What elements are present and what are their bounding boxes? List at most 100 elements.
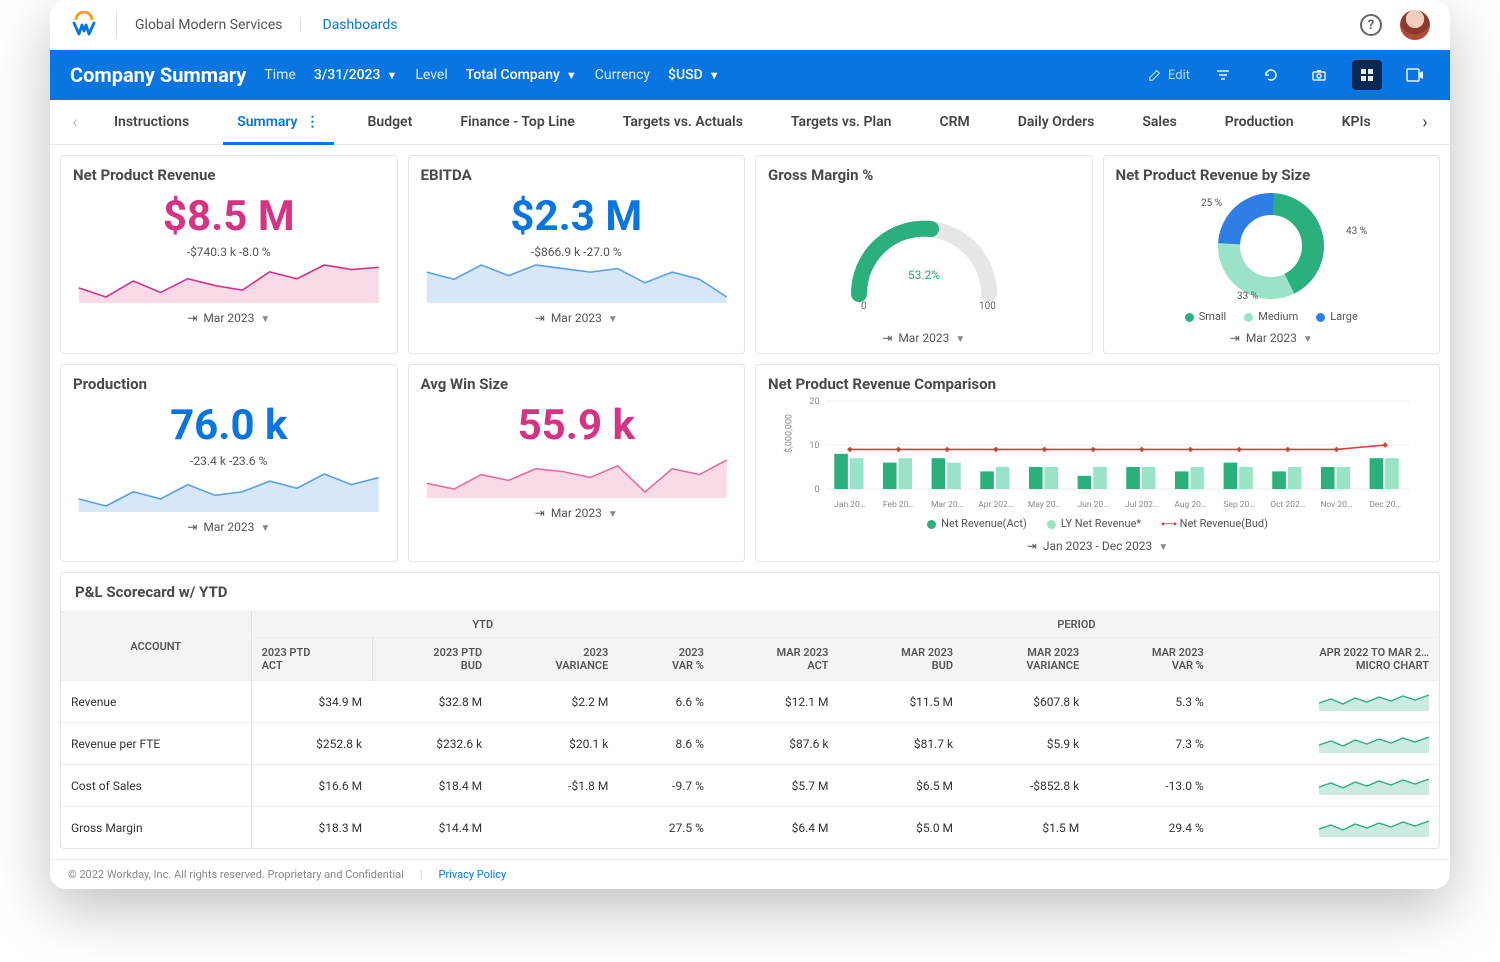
tab-production[interactable]: Production: [1201, 100, 1318, 144]
card-production: Production 76.0 k -23.4 k -23.6 % ⇥Mar 2…: [60, 364, 398, 562]
svg-text:Jul 202…: Jul 202…: [1125, 500, 1159, 510]
currency-selector[interactable]: $USD▼: [668, 67, 720, 83]
col-p_var[interactable]: MAR 2023VARIANCE: [963, 638, 1089, 681]
chart-legend: Net Revenue(Act) LY Net Revenue* ⬩─⬩ Net…: [768, 517, 1427, 531]
sparkline: [73, 259, 385, 303]
card-period-selector[interactable]: ⇥Mar 2023▼: [73, 311, 385, 325]
svg-text:Sep 20…: Sep 20…: [1223, 500, 1255, 510]
footer-privacy-link[interactable]: Privacy Policy: [439, 868, 507, 881]
tab-kpis[interactable]: KPIs: [1318, 100, 1395, 144]
col-ytd_act[interactable]: 2023 PTDACT: [251, 638, 372, 681]
card-title: Net Product Revenue by Size: [1116, 166, 1428, 184]
kpi-delta: -$740.3 k -8.0 %: [73, 245, 385, 259]
refresh-icon[interactable]: [1256, 60, 1286, 90]
currency-label: Currency: [595, 67, 650, 83]
card-period-selector[interactable]: ⇥Jan 2023 - Dec 2023▼: [768, 539, 1427, 553]
card-avg-win-size: Avg Win Size 55.9 k ⇥Mar 2023▼: [408, 364, 746, 562]
table-row[interactable]: Gross Margin$18.3 M$14.4 M27.5 %$6.4 M$5…: [61, 807, 1439, 849]
level-label: Level: [415, 67, 447, 83]
svg-text:Aug 20…: Aug 20…: [1174, 500, 1207, 510]
breadcrumb: Global Modern Services Dashboards: [135, 17, 397, 33]
tab-sales[interactable]: Sales: [1118, 100, 1200, 144]
tab-targets-vs-actuals[interactable]: Targets vs. Actuals: [599, 100, 767, 144]
tab-summary[interactable]: Summary⋮: [213, 100, 343, 144]
svg-text:20: 20: [809, 397, 819, 407]
snapshot-icon[interactable]: [1304, 60, 1334, 90]
svg-text:33 %: 33 %: [1237, 291, 1258, 302]
kpi-value: 76.0 k: [73, 401, 385, 450]
panel-title: P&L Scorecard w/ YTD: [61, 573, 1439, 611]
pl-scorecard-table: ACCOUNT YTD PERIOD 2023 PTDACT2023 PTDBU…: [61, 611, 1439, 848]
footer-copyright: © 2022 Workday, Inc. All rights reserved…: [68, 868, 404, 881]
card-ebitda: EBITDA $2.3 M -$866.9 k -27.0 % ⇥Mar 202…: [408, 155, 746, 354]
svg-text:Jun 20…: Jun 20…: [1077, 500, 1109, 510]
col-micro[interactable]: APR 2022 TO MAR 2…MICRO CHART: [1214, 638, 1439, 681]
donut-legend: Small Medium Large: [1116, 310, 1428, 323]
filter-icon[interactable]: [1208, 60, 1238, 90]
edit-button[interactable]: Edit: [1148, 68, 1190, 83]
tab-scroll-left[interactable]: ‹: [60, 112, 90, 133]
card-period-selector[interactable]: ⇥Mar 2023▼: [421, 311, 733, 325]
page-title: Company Summary: [70, 63, 246, 87]
svg-text:0: 0: [814, 485, 819, 495]
sparkline: [73, 468, 385, 512]
card-period-selector[interactable]: ⇥Mar 2023▼: [768, 331, 1080, 345]
kpi-value: 55.9 k: [421, 401, 733, 450]
grid-view-icon[interactable]: [1352, 60, 1382, 90]
table-row[interactable]: Revenue$34.9 M$32.8 M$2.2 M6.6 %$12.1 M$…: [61, 681, 1439, 723]
svg-text:Nov 20…: Nov 20…: [1320, 500, 1353, 510]
level-selector[interactable]: Total Company▼: [466, 67, 577, 83]
card-net-product-revenue: Net Product Revenue $8.5 M -$740.3 k -8.…: [60, 155, 398, 354]
col-account[interactable]: ACCOUNT: [61, 612, 251, 681]
svg-text:43 %: 43 %: [1346, 226, 1367, 237]
svg-text:Apr 202…: Apr 202…: [978, 500, 1014, 510]
col-p_act[interactable]: MAR 2023ACT: [714, 638, 839, 681]
card-title: Gross Margin %: [768, 166, 1080, 184]
svg-text:$,000,000: $,000,000: [784, 414, 795, 453]
user-avatar[interactable]: [1400, 10, 1430, 40]
tab-daily-orders[interactable]: Daily Orders: [994, 100, 1119, 144]
svg-text:Dec 20…: Dec 20…: [1369, 500, 1401, 510]
svg-text:53.2%: 53.2%: [908, 268, 940, 282]
present-icon[interactable]: [1400, 60, 1430, 90]
divider: [116, 12, 117, 38]
gauge-chart: 53.2% 0 100: [839, 199, 1009, 309]
kpi-value: $8.5 M: [73, 192, 385, 241]
kpi-delta: -23.4 k -23.6 %: [73, 454, 385, 468]
card-gross-margin: Gross Margin % 53.2% 0 100 ⇥Mar 2023▼: [755, 155, 1093, 354]
col-ytd_varpct[interactable]: 2023VAR %: [618, 638, 714, 681]
tab-targets-vs-plan[interactable]: Targets vs. Plan: [767, 100, 916, 144]
svg-text:Jan 20…: Jan 20…: [834, 500, 866, 510]
breadcrumb-link[interactable]: Dashboards: [323, 17, 398, 33]
col-group-ytd: YTD: [251, 612, 714, 638]
col-group-period: PERIOD: [714, 612, 1439, 638]
card-title: EBITDA: [421, 166, 733, 184]
sparkline: [421, 259, 733, 303]
col-p_bud[interactable]: MAR 2023BUD: [838, 638, 963, 681]
card-title: Production: [73, 375, 385, 393]
time-selector[interactable]: 3/31/2023▼: [314, 67, 398, 83]
card-period-selector[interactable]: ⇥Mar 2023▼: [421, 506, 733, 520]
card-title: Net Product Revenue: [73, 166, 385, 184]
tab-finance-top-line[interactable]: Finance - Top Line: [436, 100, 598, 144]
svg-text:0: 0: [861, 301, 867, 309]
card-period-selector[interactable]: ⇥Mar 2023▼: [73, 520, 385, 534]
table-row[interactable]: Revenue per FTE$252.8 k$232.6 k$20.1 k8.…: [61, 723, 1439, 765]
col-ytd_var[interactable]: 2023VARIANCE: [492, 638, 618, 681]
sparkline: [421, 454, 733, 498]
svg-text:Mar 20…: Mar 20…: [931, 500, 964, 510]
svg-text:Oct 202…: Oct 202…: [1270, 500, 1306, 510]
card-title: Net Product Revenue Comparison: [768, 375, 1427, 393]
svg-text:Feb 20…: Feb 20…: [883, 500, 915, 510]
help-icon[interactable]: ?: [1360, 14, 1382, 36]
card-period-selector[interactable]: ⇥Mar 2023▼: [1116, 331, 1428, 345]
tab-budget[interactable]: Budget: [344, 100, 437, 144]
tab-scroll-right[interactable]: ›: [1410, 112, 1440, 133]
kpi-delta: -$866.9 k -27.0 %: [421, 245, 733, 259]
table-row[interactable]: Cost of Sales$16.6 M$18.4 M-$1.8 M-9.7 %…: [61, 765, 1439, 807]
col-p_varpct[interactable]: MAR 2023VAR %: [1089, 638, 1214, 681]
tab-crm[interactable]: CRM: [915, 100, 993, 144]
app-logo[interactable]: [70, 11, 98, 39]
tab-instructions[interactable]: Instructions: [90, 100, 213, 144]
col-ytd_bud[interactable]: 2023 PTDBUD: [372, 638, 492, 681]
